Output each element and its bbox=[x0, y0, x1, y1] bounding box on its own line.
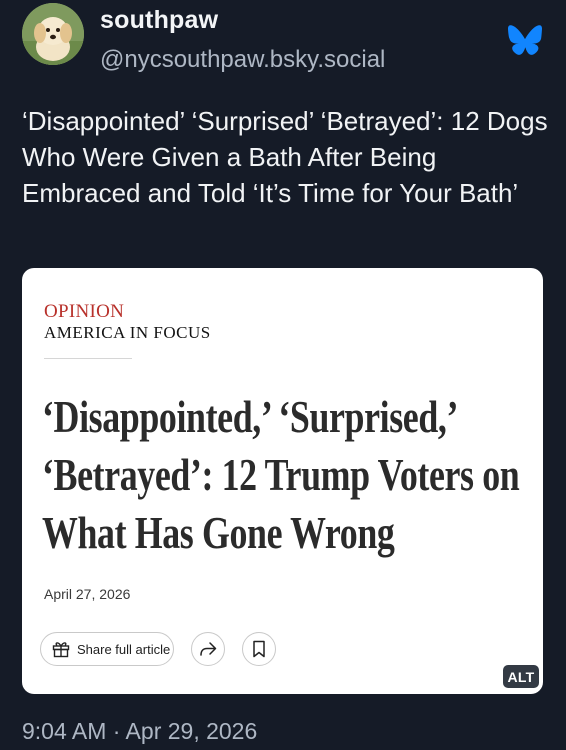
forward-button[interactable] bbox=[191, 632, 225, 666]
bookmark-button[interactable] bbox=[242, 632, 276, 666]
share-button-label: Share full article bbox=[77, 641, 171, 657]
article-kicker: OPINION bbox=[44, 301, 125, 322]
author-handle[interactable]: @nycsouthpaw.bsky.social bbox=[100, 46, 385, 74]
bookmark-icon bbox=[253, 640, 265, 658]
link-preview-card[interactable]: OPINION AMERICA IN FOCUS ‘Disappointed,’… bbox=[22, 268, 543, 694]
gift-icon bbox=[52, 642, 70, 658]
share-full-article-button[interactable]: Share full article bbox=[40, 632, 174, 666]
author-display-name[interactable]: southpaw bbox=[100, 6, 218, 35]
puppy-avatar-icon bbox=[22, 3, 84, 65]
post-timestamp[interactable]: 9:04 AM · Apr 29, 2026 bbox=[22, 718, 257, 745]
divider bbox=[44, 358, 132, 359]
post-container: southpaw @nycsouthpaw.bsky.social ‘Disap… bbox=[0, 0, 566, 750]
avatar[interactable] bbox=[22, 3, 84, 65]
post-text: ‘Disappointed’ ‘Surprised’ ‘Betrayed’: 1… bbox=[22, 106, 548, 208]
article-section: AMERICA IN FOCUS bbox=[44, 323, 211, 342]
butterfly-icon[interactable] bbox=[508, 25, 542, 55]
article-headline: ‘Disappointed,’ ‘Surprised,’ ‘Betrayed’:… bbox=[42, 391, 520, 558]
alt-text-badge[interactable]: ALT bbox=[503, 665, 539, 688]
forward-arrow-icon bbox=[200, 642, 217, 656]
article-date: April 27, 2026 bbox=[44, 586, 131, 602]
